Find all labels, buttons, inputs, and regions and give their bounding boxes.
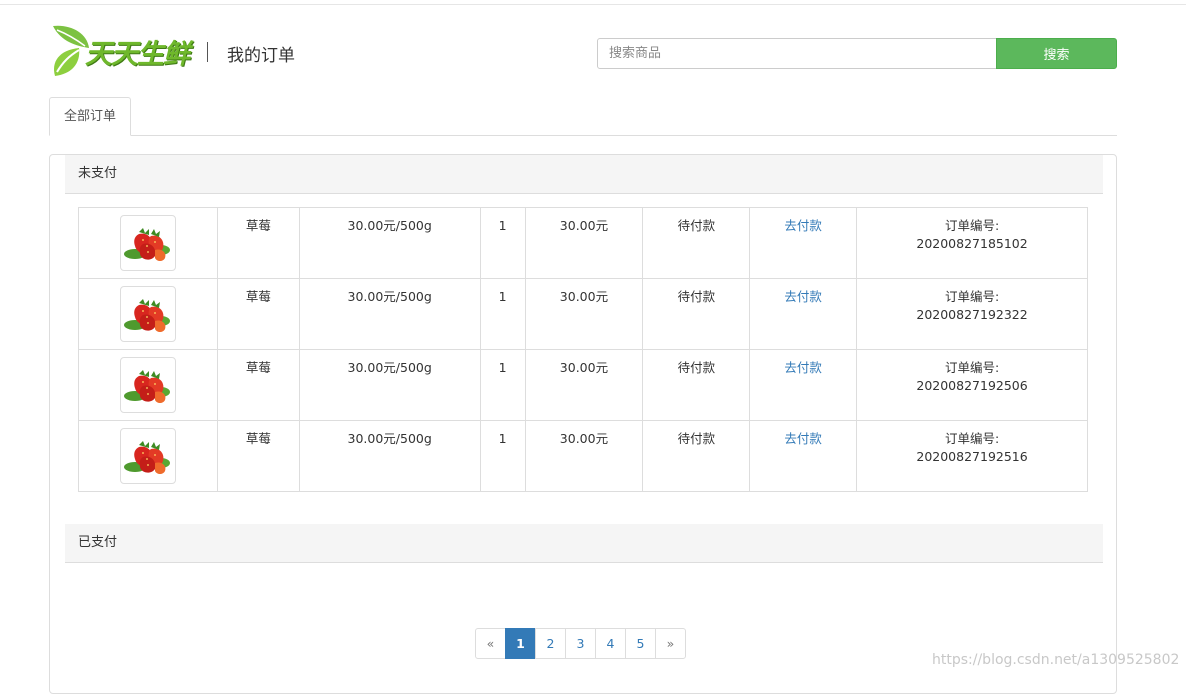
order-number-label: 订单编号: (944, 431, 1000, 446)
order-number-label: 订单编号: (944, 218, 1000, 233)
product-image-cell (78, 207, 218, 279)
section-unpaid-header: 未支付 (65, 155, 1103, 194)
pagination-prev[interactable]: « (475, 628, 506, 659)
product-name: 草莓 (216, 349, 300, 421)
tabs-divider (49, 135, 1117, 136)
section-paid-header: 已支付 (65, 524, 1103, 563)
unit-price: 30.00元/500g (298, 420, 481, 492)
order-number: 20200827192506 (916, 378, 1028, 393)
top-divider (0, 4, 1186, 5)
logo-text: 天天生鲜 (85, 39, 190, 70)
order-status: 待付款 (642, 349, 751, 421)
pagination-page[interactable]: 1 (505, 628, 536, 659)
order-number-cell: 订单编号: 20200827192516 (856, 420, 1088, 492)
order-total: 30.00元 (524, 278, 644, 350)
order-total: 30.00元 (524, 420, 644, 492)
unpaid-orders-table: 草莓 30.00元/500g 1 30.00元 待付款 去付款 订单编号: 202008271… (78, 207, 1088, 492)
pagination: « 1 2 3 4 5 » (475, 628, 686, 659)
tab-all-orders[interactable]: 全部订单 (49, 97, 131, 136)
order-status: 待付款 (642, 278, 751, 350)
pagination-page[interactable]: 2 (535, 628, 566, 659)
order-row: 草莓 30.00元/500g 1 30.00元 待付款 去付款 订单编号: 202008271… (78, 349, 1088, 421)
order-number-label: 订单编号: (944, 360, 1000, 375)
product-name: 草莓 (216, 207, 300, 279)
order-number-cell: 订单编号: 20200827185102 (856, 207, 1088, 279)
orders-panel: 未支付 草莓 30.00元/500g 1 30.00元 待付款 去付款 订单编号: 20200… (49, 154, 1117, 694)
page-title: 我的订单 (227, 46, 295, 66)
quantity: 1 (479, 207, 526, 279)
unit-price: 30.00元/500g (298, 278, 481, 350)
pay-cell: 去付款 (749, 349, 858, 421)
order-number-cell: 订单编号: 20200827192322 (856, 278, 1088, 350)
pagination-next[interactable]: » (655, 628, 686, 659)
order-status: 待付款 (642, 207, 751, 279)
pay-cell: 去付款 (749, 278, 858, 350)
pay-now-link[interactable]: 去付款 (784, 289, 822, 304)
strawberry-image[interactable] (119, 428, 176, 484)
pay-now-link[interactable]: 去付款 (784, 218, 822, 233)
product-image-cell (78, 420, 218, 492)
strawberry-image[interactable] (119, 286, 176, 342)
pagination-page[interactable]: 5 (625, 628, 656, 659)
product-image-cell (78, 349, 218, 421)
order-row: 草莓 30.00元/500g 1 30.00元 待付款 去付款 订单编号: 202008271… (78, 207, 1088, 279)
product-name: 草莓 (216, 278, 300, 350)
site-logo[interactable]: 天天生鲜 (49, 22, 191, 80)
order-total: 30.00元 (524, 207, 644, 279)
quantity: 1 (479, 420, 526, 492)
unit-price: 30.00元/500g (298, 349, 481, 421)
order-number-label: 订单编号: (944, 289, 1000, 304)
order-number: 20200827185102 (916, 236, 1028, 251)
order-row: 草莓 30.00元/500g 1 30.00元 待付款 去付款 订单编号: 202008271… (78, 278, 1088, 350)
order-row: 草莓 30.00元/500g 1 30.00元 待付款 去付款 订单编号: 202008271… (78, 420, 1088, 492)
order-number: 20200827192516 (916, 449, 1028, 464)
strawberry-image[interactable] (119, 215, 176, 271)
pay-now-link[interactable]: 去付款 (784, 431, 822, 446)
pagination-page[interactable]: 3 (565, 628, 596, 659)
product-name: 草莓 (216, 420, 300, 492)
pagination-page[interactable]: 4 (595, 628, 626, 659)
quantity: 1 (479, 278, 526, 350)
unit-price: 30.00元/500g (298, 207, 481, 279)
pay-now-link[interactable]: 去付款 (784, 360, 822, 375)
watermark: https://blog.csdn.net/a1309525802 (932, 652, 1180, 668)
search-input[interactable] (597, 38, 997, 69)
order-number-cell: 订单编号: 20200827192506 (856, 349, 1088, 421)
quantity: 1 (479, 349, 526, 421)
pay-cell: 去付款 (749, 420, 858, 492)
search-button[interactable]: 搜索 (996, 38, 1117, 69)
strawberry-image[interactable] (119, 357, 176, 413)
pay-cell: 去付款 (749, 207, 858, 279)
order-total: 30.00元 (524, 349, 644, 421)
order-status: 待付款 (642, 420, 751, 492)
title-separator (207, 42, 208, 62)
product-image-cell (78, 278, 218, 350)
order-number: 20200827192322 (916, 307, 1028, 322)
